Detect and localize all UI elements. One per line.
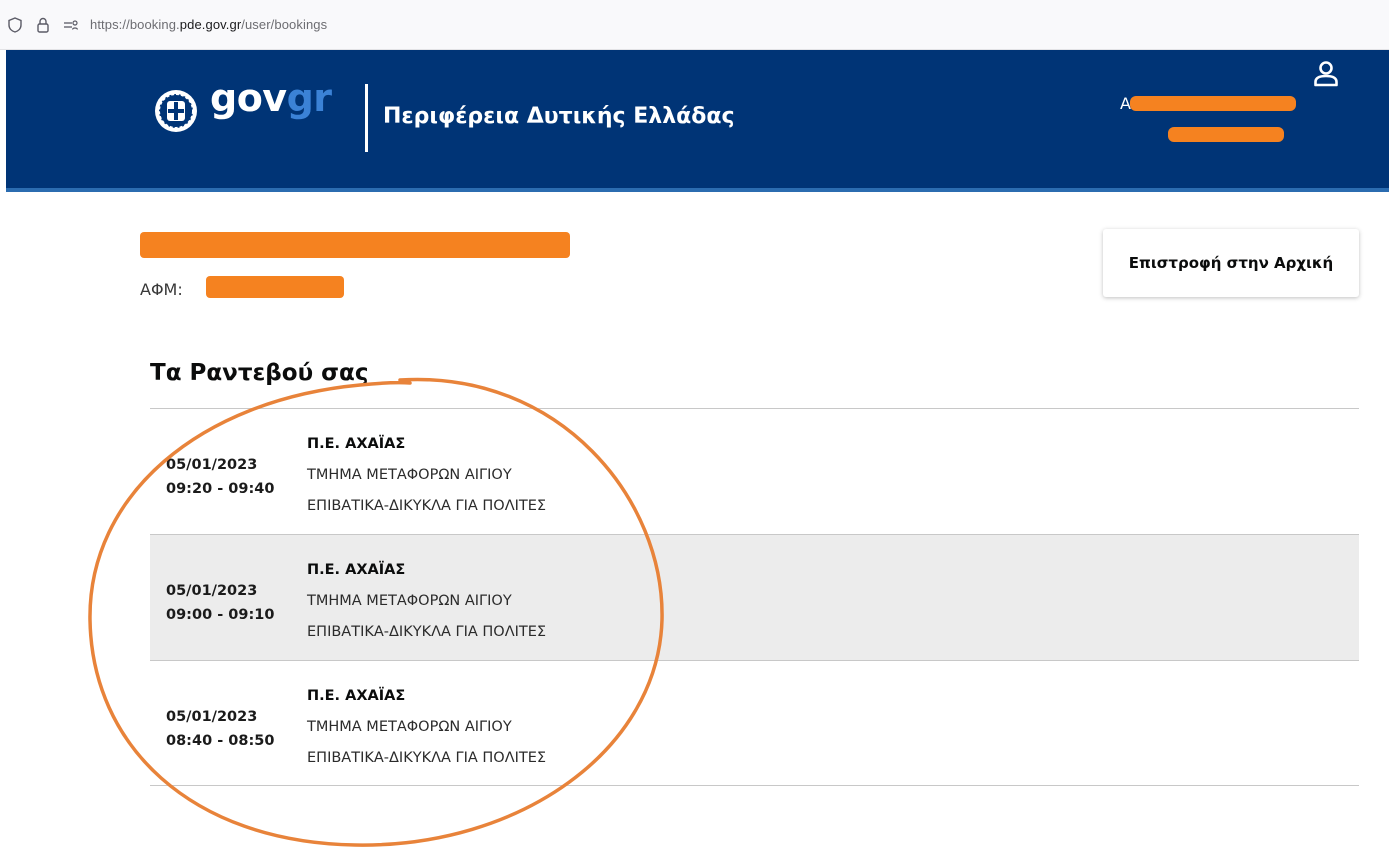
shield-icon[interactable] [6,16,24,34]
lock-icon[interactable] [34,16,52,34]
booking-region: Π.Ε. ΑΧΑΪΑΣ [307,688,406,704]
booking-service: ΕΠΙΒΑΤΙΚΑ-ΔΙΚΥΚΛΑ ΓΙΑ ΠΟΛΙΤΕΣ [307,750,547,766]
user-icon[interactable] [1313,60,1339,88]
booking-details: Π.Ε. ΑΧΑΪΑΣ ΤΜΗΜΑ ΜΕΤΑΦΟΡΩΝ ΑΙΓΙΟΥ ΕΠΙΒΑ… [307,555,546,648]
page-title: Τα Ραντεβού σας [150,360,369,386]
booking-datetime: 05/01/2023 09:20 - 09:40 [166,453,274,501]
govgr-logo[interactable]: govgr [210,76,332,120]
booking-department: ΤΜΗΜΑ ΜΕΤΑΦΟΡΩΝ ΑΙΓΙΟΥ [307,467,512,483]
booking-time: 08:40 - 08:50 [166,733,275,749]
redaction-mark [1168,127,1284,142]
site-title[interactable]: Περιφέρεια Δυτικής Ελλάδας [383,104,735,129]
booking-details: Π.Ε. ΑΧΑΪΑΣ ΤΜΗΜΑ ΜΕΤΑΦΟΡΩΝ ΑΙΓΙΟΥ ΕΠΙΒΑ… [307,429,546,522]
url-prefix: https://booking. [90,17,180,32]
booking-date: 05/01/2023 [166,583,258,599]
booking-region: Π.Ε. ΑΧΑΪΑΣ [307,436,406,452]
booking-row[interactable]: 05/01/2023 08:40 - 08:50 Π.Ε. ΑΧΑΪΑΣ ΤΜΗ… [150,660,1359,786]
booking-datetime: 05/01/2023 09:00 - 09:10 [166,579,274,627]
booking-region: Π.Ε. ΑΧΑΪΑΣ [307,562,406,578]
user-full-name-redacted [140,232,570,258]
site-header: govgr Περιφέρεια Δυτικής Ελλάδας A [6,50,1389,192]
booking-service: ΕΠΙΒΑΤΙΚΑ-ΔΙΚΥΚΛΑ ΓΙΑ ΠΟΛΙΤΕΣ [307,624,547,640]
booking-row[interactable]: 05/01/2023 09:00 - 09:10 Π.Ε. ΑΧΑΪΑΣ ΤΜΗ… [150,534,1359,660]
url-text[interactable]: https://booking.pde.gov.gr/user/bookings [90,17,327,32]
booking-time: 09:00 - 09:10 [166,607,275,623]
afm-value-redacted [206,276,344,298]
booking-department: ΤΜΗΜΑ ΜΕΤΑΦΟΡΩΝ ΑΙΓΙΟΥ [307,719,512,735]
booking-time: 09:20 - 09:40 [166,481,275,497]
booking-service: ΕΠΙΒΑΤΙΚΑ-ΔΙΚΥΚΛΑ ΓΙΑ ΠΟΛΙΤΕΣ [307,498,547,514]
permissions-icon[interactable] [62,16,80,34]
booking-details: Π.Ε. ΑΧΑΪΑΣ ΤΜΗΜΑ ΜΕΤΑΦΟΡΩΝ ΑΙΓΙΟΥ ΕΠΙΒΑ… [307,681,546,774]
govgr-emblem-icon[interactable] [153,88,199,134]
booking-date: 05/01/2023 [166,457,258,473]
header-divider [365,84,368,152]
url-domain: pde.gov.gr [179,17,242,32]
logo-gr-text: gr [286,76,332,120]
afm-label: ΑΦΜ: [140,280,183,299]
booking-department: ΤΜΗΜΑ ΜΕΤΑΦΟΡΩΝ ΑΙΓΙΟΥ [307,593,512,609]
back-to-home-button[interactable]: Επιστροφή στην Αρχική [1103,229,1359,297]
booking-datetime: 05/01/2023 08:40 - 08:50 [166,705,274,753]
url-path: /user/bookings [241,17,328,32]
browser-address-bar[interactable]: https://booking.pde.gov.gr/user/bookings [0,0,1389,50]
bookings-list: 05/01/2023 09:20 - 09:40 Π.Ε. ΑΧΑΪΑΣ ΤΜΗ… [150,408,1359,786]
booking-date: 05/01/2023 [166,709,258,725]
logo-gov-text: gov [210,76,287,120]
booking-row[interactable]: 05/01/2023 09:20 - 09:40 Π.Ε. ΑΧΑΪΑΣ ΤΜΗ… [150,408,1359,534]
user-name-area[interactable]: A [1120,94,1300,146]
redaction-mark [1130,96,1296,111]
